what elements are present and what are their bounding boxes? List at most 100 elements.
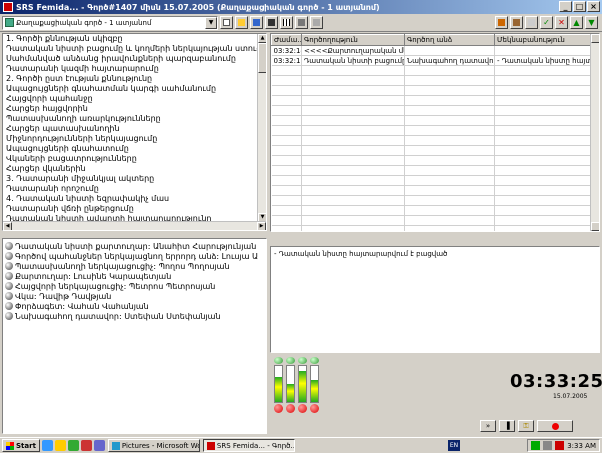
column-header[interactable]: Մեկնաբանություն — [494, 34, 593, 46]
delete-button[interactable]: ✕ — [555, 16, 568, 29]
agenda-item[interactable]: Հարցեր պատասխանողին — [3, 124, 266, 134]
speaker-icon[interactable] — [543, 441, 553, 450]
maximize-button[interactable]: □ — [573, 1, 586, 12]
key-button[interactable]: ⚿ — [518, 420, 534, 432]
table-row[interactable] — [271, 135, 593, 146]
mail-icon[interactable] — [80, 440, 92, 451]
table-row[interactable] — [271, 115, 593, 126]
participant-item[interactable]: Քարտուղար: Լուսինե Կարապետյան — [3, 271, 266, 281]
taskbar-button[interactable]: Pictures - Microsoft Word — [107, 439, 200, 452]
help-button[interactable] — [525, 16, 538, 29]
table-row[interactable] — [271, 205, 593, 216]
column-header[interactable]: Գործող անձ — [404, 34, 495, 46]
agenda-horizontal-scrollbar[interactable]: ◀ ▶ — [3, 221, 266, 230]
agenda-list[interactable]: 1. Գործի քննության սկիզբը Դատական նիստի բ… — [2, 33, 267, 231]
properties-button[interactable] — [495, 16, 508, 29]
case-type-dropdown[interactable]: Քաղաքացիական գործ - 1 ատյանոմ ▼ — [2, 15, 218, 30]
start-button[interactable]: Start — [2, 439, 40, 452]
table-row[interactable]: 03:32:14<<<<Քարտուղարական մեկնաբանությու… — [271, 45, 593, 56]
column-header[interactable]: Գործողություն — [301, 34, 405, 46]
open-folder-button[interactable] — [235, 16, 248, 29]
print-button[interactable] — [295, 16, 308, 29]
chevron-down-icon[interactable]: ▼ — [205, 16, 217, 29]
close-button[interactable]: × — [587, 1, 600, 12]
stats-button[interactable] — [510, 16, 523, 29]
participants-list[interactable]: Դատական նիստի քարտուղար: Անահիտ Հարությո… — [2, 238, 267, 434]
media-icon[interactable] — [67, 440, 79, 451]
agenda-item[interactable]: Վկաների բացատրությունները — [3, 154, 266, 164]
participant-item[interactable]: Վկա: Դավիթ Դավթյան — [3, 291, 266, 301]
agenda-item[interactable]: Հայցվորի պահանջը — [3, 94, 266, 104]
agenda-item[interactable]: Միջնորդությունների ներկայացումը — [3, 134, 266, 144]
move-up-button[interactable]: ▲ — [570, 16, 583, 29]
scroll-left-icon[interactable]: ◀ — [3, 222, 12, 230]
gain-knob-icon[interactable] — [310, 357, 319, 364]
table-row[interactable]: 03:32:18Դատական նիստի բացումը...Նախագահո… — [271, 55, 593, 66]
session-log-table[interactable]: Ժամա... Գործողություն Գործող անձ Մեկնաբանու… — [270, 33, 600, 232]
forward-button[interactable]: » — [480, 420, 496, 432]
scroll-thumb[interactable] — [258, 43, 266, 73]
save-button[interactable] — [265, 16, 278, 29]
table-row[interactable] — [271, 165, 593, 176]
folder-icon[interactable] — [54, 440, 66, 451]
agenda-item[interactable]: Դատական նիստի բացումը և կողմերի ներկայու… — [3, 44, 266, 54]
table-row[interactable] — [271, 75, 593, 86]
desktop-icon[interactable] — [93, 440, 105, 451]
pause-button[interactable]: ▐ — [499, 420, 515, 432]
table-row[interactable] — [271, 185, 593, 196]
agenda-item[interactable]: Դատարանի կազմի հայտարարումը — [3, 64, 266, 74]
agenda-item[interactable]: 3. Դատարանի միջանկյալ ակտերը — [3, 174, 266, 184]
table-row[interactable] — [271, 175, 593, 186]
comment-text-area[interactable]: - Դատական նիստը հայտարարվում է բացված — [270, 246, 600, 353]
agenda-item[interactable]: Հարցեր հայցվորին — [3, 104, 266, 114]
scroll-up-icon[interactable] — [591, 34, 599, 43]
agenda-item[interactable]: 1. Գործի քննության սկիզբը — [3, 34, 266, 44]
scroll-up-icon[interactable]: ▲ — [258, 34, 266, 43]
agenda-item[interactable]: Սահմանված անձանց իրավունքների պարզաբանու… — [3, 54, 266, 64]
table-row[interactable] — [271, 155, 593, 166]
ie-icon[interactable] — [41, 440, 53, 451]
participant-item[interactable]: Փորձագետ: Վահան Վահանյան — [3, 301, 266, 311]
agenda-item[interactable]: 2. Գործի ըստ էության քննությունը — [3, 74, 266, 84]
network-icon[interactable] — [531, 441, 541, 450]
preview-button[interactable] — [310, 16, 323, 29]
participant-item[interactable]: Պատասխանողի ներկայացուցիչ: Պողոս Պողոսյա… — [3, 261, 266, 271]
agenda-item[interactable]: Պատասխանողի առարկությունները — [3, 114, 266, 124]
scroll-right-icon[interactable]: ▶ — [257, 222, 266, 230]
taskbar-button[interactable]: SRS Femida... - Գործ... — [202, 439, 295, 452]
table-row[interactable] — [271, 95, 593, 106]
table-row[interactable] — [271, 225, 593, 231]
agenda-item[interactable]: Ապացույցների գնահատումը — [3, 144, 266, 154]
gain-knob-icon[interactable] — [274, 357, 283, 364]
move-down-button[interactable]: ▼ — [585, 16, 598, 29]
agenda-item[interactable]: Հարցեր վկաներին — [3, 164, 266, 174]
agenda-item[interactable]: Ապացույցների գնահատման կարգի սահմանումը — [3, 84, 266, 94]
participant-item[interactable]: Նախագահող դատավոր: Ստեփան Ստեփանյան — [3, 311, 266, 321]
column-header[interactable]: Ժամա... — [271, 34, 302, 46]
check-button[interactable]: ✓ — [540, 16, 553, 29]
gain-knob-icon[interactable] — [298, 357, 307, 364]
agenda-item[interactable]: 4. Դատական նիստի եզրափակիչ մաս — [3, 194, 266, 204]
participant-item[interactable]: Գործով պահանջներ ներկայացնող երրորդ անձ:… — [3, 251, 266, 261]
table-row[interactable] — [271, 85, 593, 96]
log-vertical-scrollbar[interactable] — [590, 34, 599, 231]
participant-item[interactable]: Հայցվորի ներկայացուցիչ: Պետրոս Պետրոսյան — [3, 281, 266, 291]
participant-item[interactable]: Դատական նիստի քարտուղար: Անահիտ Հարությո… — [3, 241, 266, 251]
table-row[interactable] — [271, 145, 593, 156]
gain-knob-icon[interactable] — [286, 357, 295, 364]
minimize-button[interactable]: _ — [559, 1, 572, 12]
table-row[interactable] — [271, 215, 593, 226]
table-row[interactable] — [271, 65, 593, 76]
table-row[interactable] — [271, 125, 593, 136]
language-indicator[interactable]: EN — [448, 440, 460, 451]
new-document-button[interactable] — [220, 16, 233, 29]
table-row[interactable] — [271, 105, 593, 116]
app-tray-icon[interactable] — [555, 441, 565, 450]
record-button[interactable] — [537, 420, 573, 432]
agenda-item[interactable]: Դատարանի որոշումը — [3, 184, 266, 194]
edit-button[interactable] — [250, 16, 263, 29]
grid-button[interactable] — [280, 16, 293, 29]
agenda-vertical-scrollbar[interactable]: ▲ ▼ — [257, 34, 266, 222]
agenda-item[interactable]: Դատարանի վճռի ընթերցումը — [3, 204, 266, 214]
scroll-down-icon[interactable] — [591, 222, 599, 231]
